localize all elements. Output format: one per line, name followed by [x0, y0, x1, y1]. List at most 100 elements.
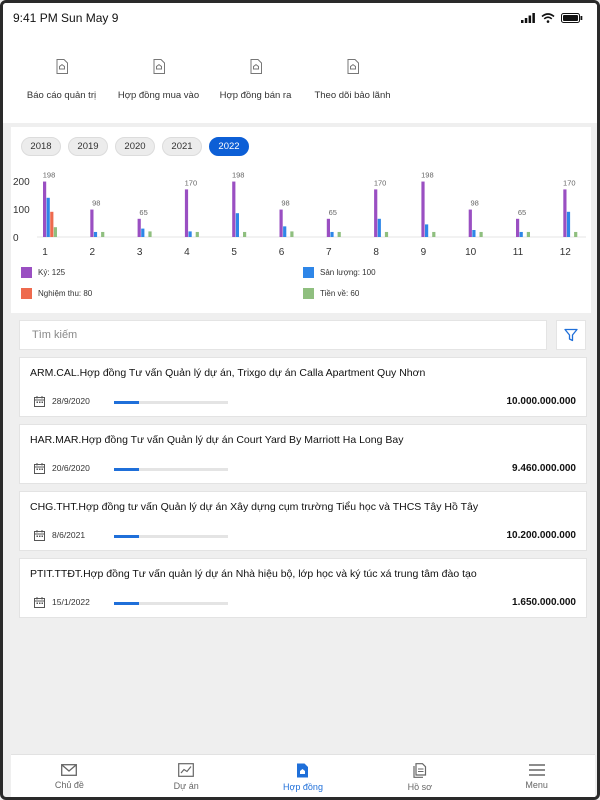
x-tick-label: 7: [326, 247, 332, 258]
bar-4-2: [101, 231, 105, 237]
bar-1-5: [232, 181, 236, 237]
legend-swatch: [303, 288, 314, 299]
bar-4-3: [148, 231, 152, 237]
hamburger-icon: [528, 764, 545, 776]
contract-title: CHG.THT.Hợp đồng tư vấn Quản lý dự án Xâ…: [30, 501, 479, 513]
x-tick-label: 1: [42, 247, 48, 258]
year-2019[interactable]: 2019: [68, 137, 108, 156]
bar-top-label: 65: [329, 208, 337, 217]
tab-label: Chủ đề: [54, 780, 84, 790]
wifi-icon: [541, 13, 555, 23]
bar-4-11: [526, 231, 530, 237]
status-bar: 9:41 PM Sun May 9: [3, 3, 597, 33]
legend-label: Tiền về: 60: [320, 289, 360, 298]
menu-tile-bao-cao-quan-tri[interactable]: Báo cáo quản trị: [13, 33, 110, 123]
contract-date: 15/1/2022: [52, 597, 90, 607]
contract-title: PTIT.TTĐT.Hợp đồng Tư vấn quản lý dự án …: [30, 568, 477, 580]
bar-top-label: 198: [43, 171, 56, 180]
year-2020[interactable]: 2020: [115, 137, 155, 156]
x-tick-label: 2: [90, 247, 96, 258]
status-icons: [521, 13, 583, 23]
tab-chu-de[interactable]: Chủ đề: [11, 755, 128, 797]
bar-1-12: [563, 189, 567, 237]
bar-1-6: [279, 209, 283, 237]
contract-date: 8/6/2021: [52, 530, 86, 540]
bar-2-7: [330, 231, 334, 237]
contract-card[interactable]: ARM.CAL.Hợp đồng Tư vấn Quản lý dự án, T…: [19, 357, 587, 417]
bar-2-8: [377, 218, 381, 237]
bar-4-6: [290, 231, 294, 237]
x-tick-label: 10: [465, 247, 477, 258]
bar-4-10: [479, 231, 483, 237]
contract-card[interactable]: HAR.MAR.Hợp đồng Tư vấn Quản lý dự án Co…: [19, 424, 587, 484]
contract-amount: 1.650.000.000: [512, 597, 576, 608]
bar-top-label: 198: [232, 171, 245, 180]
document-home-icon: [153, 59, 165, 74]
x-tick-label: 3: [137, 247, 143, 258]
bar-2-11: [519, 231, 523, 237]
contract-card[interactable]: CHG.THT.Hợp đồng tư vấn Quản lý dự án Xâ…: [19, 491, 587, 551]
bar-4-5: [243, 231, 247, 237]
contract-amount: 9.460.000.000: [512, 463, 576, 474]
legend-label: Ký: 125: [38, 268, 66, 277]
contract-progress: [114, 535, 228, 538]
contract-date: 28/9/2020: [52, 396, 90, 406]
bar-chart: 2001000198198265317041985986657170819899…: [13, 171, 586, 258]
x-tick-label: 12: [560, 247, 572, 258]
filter-button[interactable]: [556, 320, 586, 350]
x-tick-label: 4: [184, 247, 190, 258]
bar-4-8: [384, 231, 389, 237]
tab-hop-dong[interactable]: Hợp đồng: [245, 755, 362, 797]
year-2018[interactable]: 2018: [21, 137, 61, 156]
legend-item: Ký: 125: [21, 267, 65, 278]
files-icon: [413, 762, 426, 778]
contract-amount: 10.200.000.000: [506, 530, 576, 541]
year-2022[interactable]: 2022: [209, 137, 249, 156]
signal-icon: [521, 13, 535, 23]
y-tick-label: 0: [13, 233, 19, 244]
bar-top-label: 98: [281, 199, 289, 208]
bar-1-10: [468, 209, 472, 237]
top-menu: Báo cáo quản trị Hợp đồng mua vào Hợp đồ…: [3, 33, 597, 123]
y-tick-label: 200: [13, 177, 30, 188]
search-box: [19, 320, 547, 350]
status-time: 9:41 PM Sun May 9: [13, 11, 119, 25]
chart-icon: [178, 763, 195, 777]
document-home-icon: [250, 59, 262, 74]
tab-menu[interactable]: Menu: [478, 755, 595, 797]
x-tick-label: 11: [513, 247, 524, 258]
battery-icon: [561, 13, 583, 23]
x-tick-label: 5: [231, 247, 237, 258]
legend-item: Nghiệm thu: 80: [21, 288, 92, 299]
menu-tile-label: Theo dõi bảo lãnh: [314, 90, 391, 101]
tab-ho-so[interactable]: Hồ sơ: [361, 755, 478, 797]
bar-4-7: [337, 231, 341, 237]
menu-tile-theo-doi-bao-lanh[interactable]: Theo dõi bảo lãnh: [304, 33, 401, 123]
bar-2-6: [283, 226, 287, 237]
calendar-icon: [34, 597, 45, 608]
bar-1-3: [137, 218, 141, 237]
year-2021[interactable]: 2021: [162, 137, 202, 156]
contract-progress-fill: [114, 468, 140, 471]
bar-1-9: [421, 181, 425, 237]
bar-top-label: 65: [518, 208, 526, 217]
legend-swatch: [21, 267, 32, 278]
calendar-icon: [34, 396, 45, 407]
mail-icon: [61, 764, 78, 776]
bar-top-label: 170: [374, 178, 387, 187]
contract-card[interactable]: PTIT.TTĐT.Hợp đồng Tư vấn quản lý dự án …: [19, 558, 587, 618]
bar-top-label: 98: [92, 199, 100, 208]
tab-du-an[interactable]: Dự án: [128, 755, 245, 797]
menu-tile-hop-dong-ban-ra[interactable]: Hợp đồng bán ra: [207, 33, 304, 123]
bar-2-1: [46, 197, 50, 237]
bar-top-label: 98: [471, 199, 479, 208]
tab-label: Hợp đồng: [283, 781, 323, 792]
legend-swatch: [21, 288, 32, 299]
bar-2-3: [141, 228, 145, 237]
menu-tile-hop-dong-mua-vao[interactable]: Hợp đồng mua vào: [110, 33, 207, 123]
bar-top-label: 65: [139, 208, 147, 217]
year-filter: 2018 2019 2020 2021 2022: [21, 137, 249, 156]
contract-progress: [114, 468, 228, 471]
bar-1-2: [90, 209, 94, 237]
search-input[interactable]: [32, 329, 546, 341]
